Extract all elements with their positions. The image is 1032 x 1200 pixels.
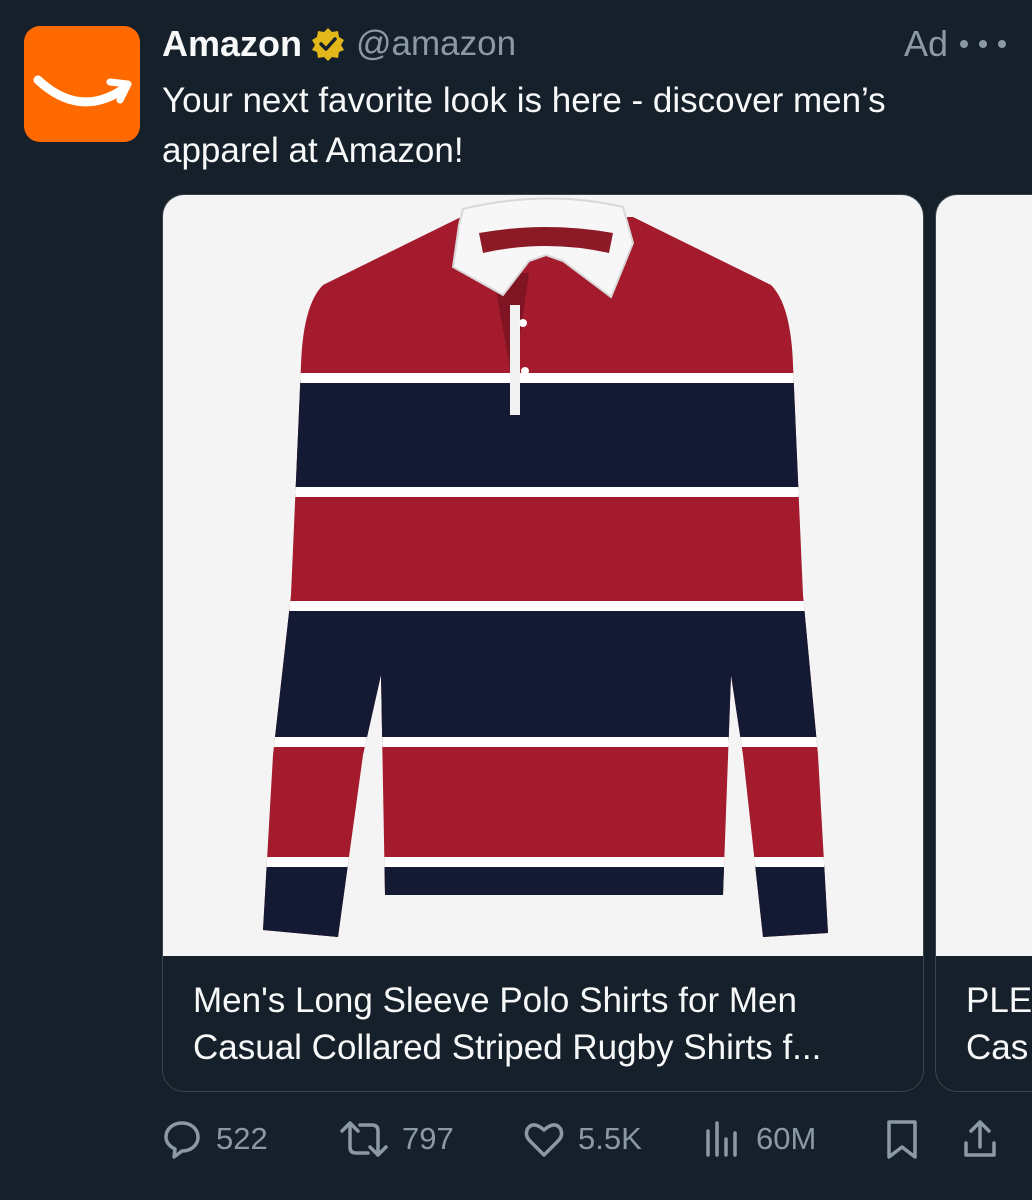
bookmark-button[interactable] (882, 1114, 922, 1164)
product-card-next[interactable]: PLE Cas (935, 194, 1032, 1092)
heart-icon (524, 1123, 564, 1157)
reply-button[interactable]: 522 (160, 1114, 268, 1164)
repost-button[interactable]: 797 (338, 1114, 454, 1164)
product-title[interactable]: Men's Long Sleeve Polo Shirts for Men Ca… (193, 977, 903, 1071)
product-image[interactable] (163, 195, 923, 956)
like-count: 5.5K (578, 1121, 642, 1156)
ad-label: Ad (903, 23, 948, 64)
product-image-next[interactable] (936, 195, 1032, 956)
product-title-next[interactable]: PLE Cas (966, 977, 1032, 1071)
like-button[interactable]: 5.5K (522, 1114, 642, 1164)
tweet-text: Your next favorite look is here - discov… (162, 81, 886, 170)
author-name[interactable]: Amazon (162, 23, 302, 65)
author-handle[interactable]: @amazon (356, 24, 516, 64)
reply-icon (164, 1121, 200, 1159)
product-card[interactable]: Men's Long Sleeve Polo Shirts for Men Ca… (162, 194, 924, 1092)
share-button[interactable] (960, 1114, 1000, 1164)
views-icon (706, 1121, 737, 1157)
more-icon[interactable] (960, 26, 1006, 62)
verified-badge-icon[interactable] (310, 26, 346, 62)
amazon-smile-logo-icon (33, 75, 132, 107)
tweet-header: Amazon @amazon (162, 22, 516, 66)
share-icon (964, 1120, 996, 1157)
striped-polo-shirt-image (263, 197, 828, 937)
amazon-avatar[interactable] (24, 26, 140, 142)
views-count: 60M (756, 1121, 817, 1156)
repost-count: 797 (402, 1121, 454, 1156)
bookmark-icon (887, 1120, 917, 1159)
repost-icon (340, 1121, 388, 1157)
views-button[interactable]: 60M (700, 1114, 816, 1164)
reply-count: 522 (216, 1121, 268, 1156)
